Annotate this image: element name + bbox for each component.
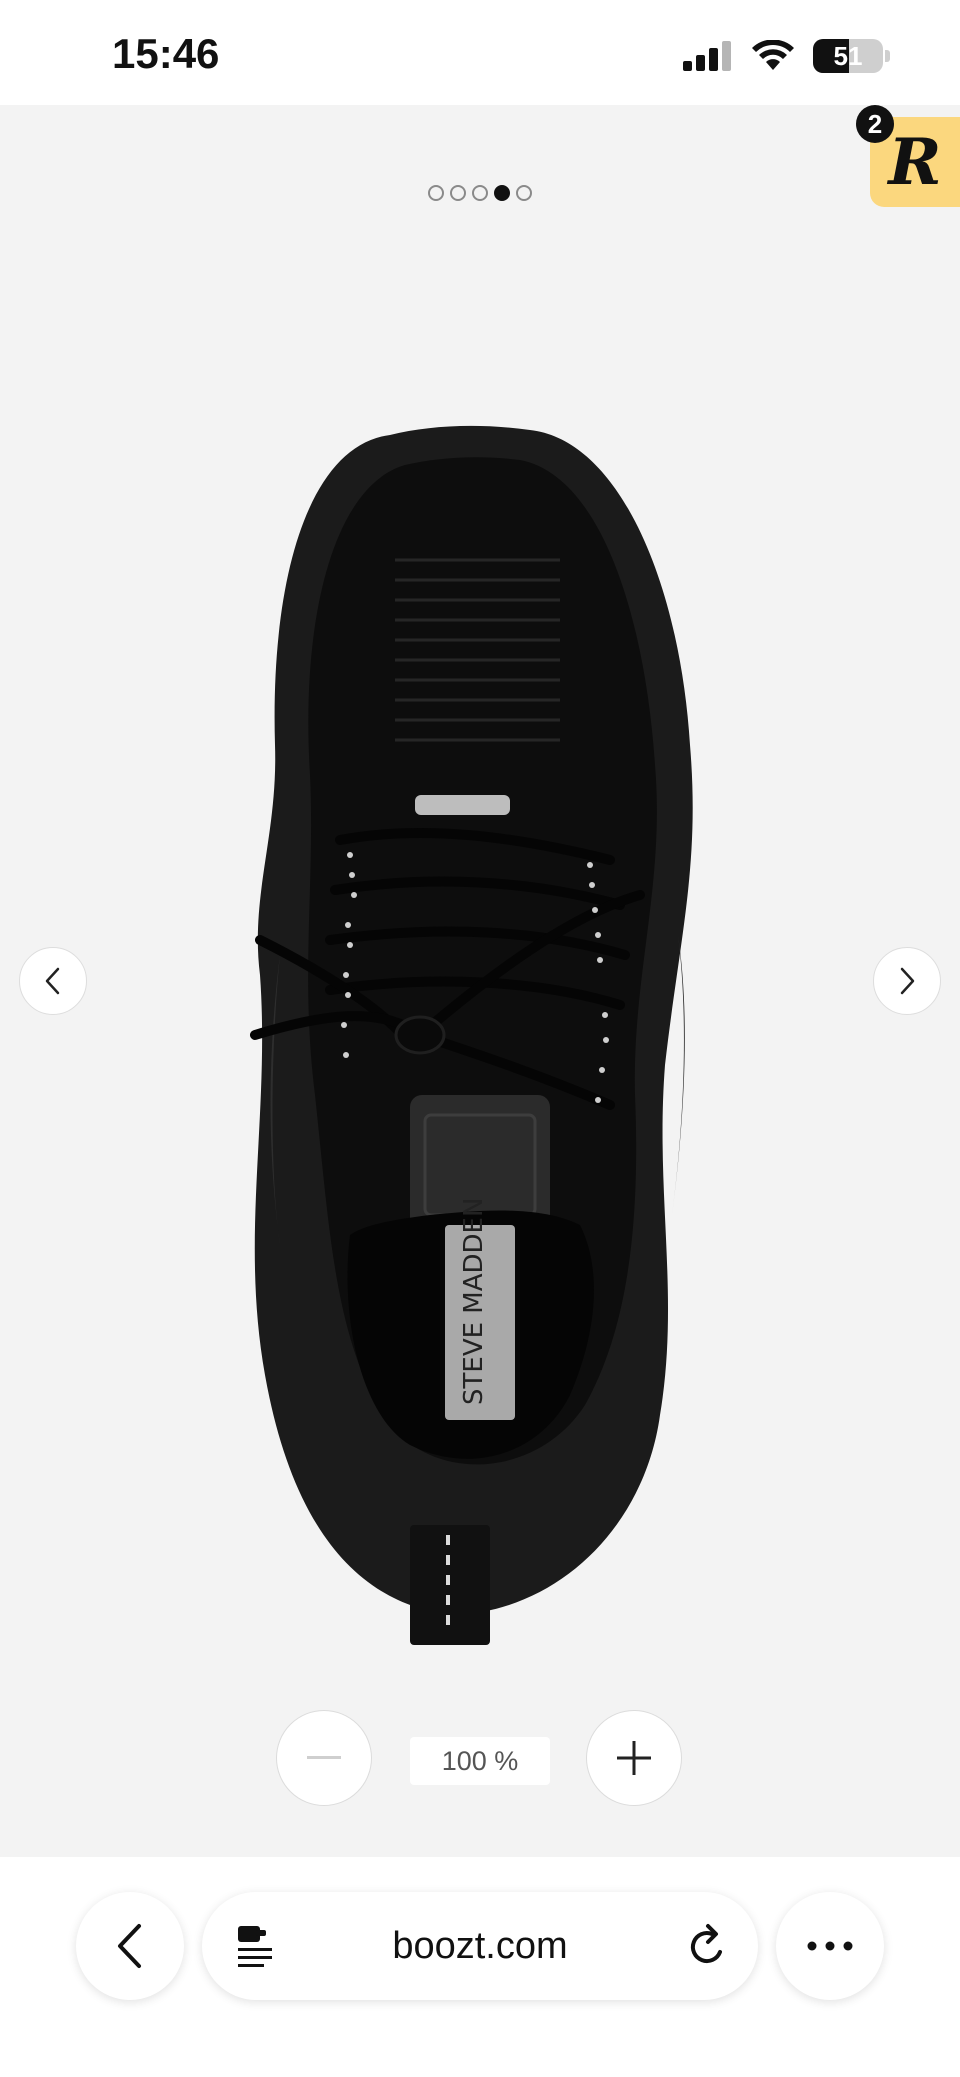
shoe-label-text: STEVE MADDEN <box>459 1198 489 1405</box>
next-image-button[interactable] <box>873 947 941 1015</box>
wifi-icon <box>752 40 794 70</box>
url-text: boozt.com <box>392 1924 568 1967</box>
pagination-dot[interactable] <box>450 185 466 201</box>
more-dots-icon <box>807 1941 853 1951</box>
more-options-button[interactable] <box>776 1892 884 2000</box>
status-bar: 15:46 51 <box>0 0 960 105</box>
plus-icon <box>617 1741 651 1775</box>
previous-image-button[interactable] <box>19 947 87 1015</box>
address-bar[interactable]: boozt.com <box>202 1892 758 2000</box>
browser-back-button[interactable] <box>76 1892 184 2000</box>
gallery-pagination <box>0 185 960 201</box>
minus-icon <box>307 1756 341 1759</box>
rakuten-extension-badge[interactable]: R 2 <box>856 105 960 207</box>
pagination-dot[interactable] <box>472 185 488 201</box>
battery-percent: 51 <box>833 40 863 71</box>
zoom-out-button[interactable] <box>276 1710 372 1806</box>
chevron-left-icon <box>45 967 60 995</box>
zoom-in-button[interactable] <box>586 1710 682 1806</box>
battery-indicator: 51 <box>813 39 883 73</box>
pagination-dot[interactable] <box>516 185 532 201</box>
cellular-signal-icon <box>683 41 731 71</box>
chevron-left-icon <box>118 1924 141 1968</box>
pagination-dot[interactable] <box>428 185 444 201</box>
reload-icon[interactable] <box>686 1922 730 1970</box>
rakuten-count-badge: 2 <box>856 105 894 143</box>
chevron-right-icon <box>900 967 915 995</box>
rakuten-logo: R <box>888 124 942 200</box>
pagination-dot[interactable] <box>494 185 510 201</box>
product-image-sneaker[interactable]: STEVE MADDEN <box>240 415 720 1645</box>
status-time: 15:46 <box>112 30 220 77</box>
status-icons: 51 <box>683 36 890 76</box>
zoom-level: 100 % <box>410 1737 550 1785</box>
zoom-controls: 100 % <box>0 1710 960 1806</box>
browser-toolbar: boozt.com <box>0 1857 960 2077</box>
product-image-viewer[interactable]: R 2 STEVE MADDEN 100 % <box>0 105 960 1857</box>
